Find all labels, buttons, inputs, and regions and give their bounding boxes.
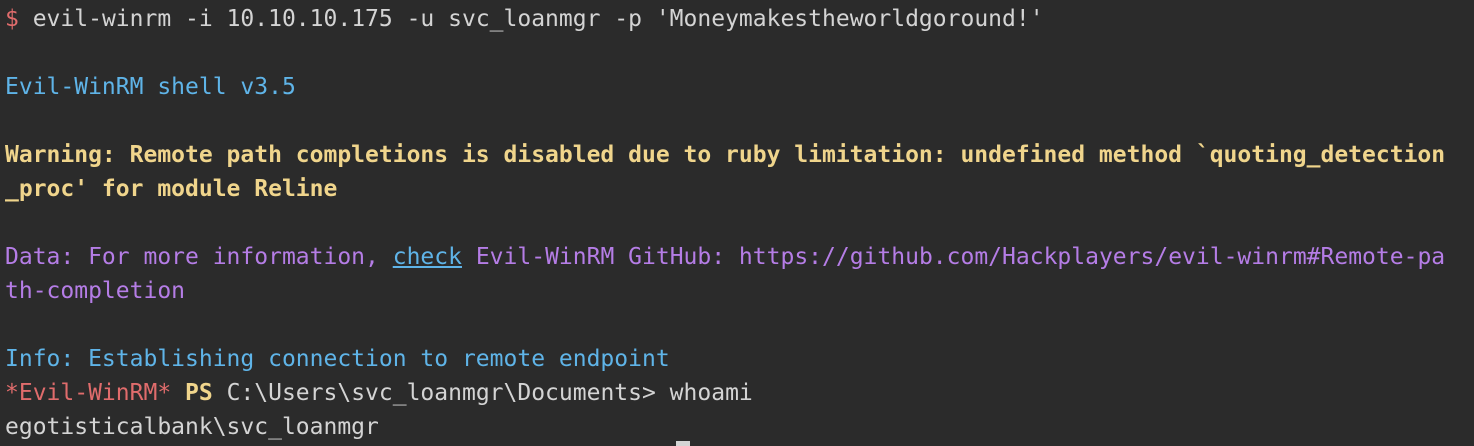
warning-line-1: Warning: Remote path completions is disa… xyxy=(5,142,1446,168)
data-suffix: Evil-WinRM GitHub: https://github.com/Ha… xyxy=(461,244,1446,270)
command-output: egotisticalbank\svc_loanmgr xyxy=(5,414,379,440)
command-line: $ evil-winrm -i 10.10.10.175 -u svc_loan… xyxy=(5,2,1474,36)
warning-line-2: _proc' for module Reline xyxy=(5,176,338,202)
text-cursor xyxy=(676,441,690,446)
info-line: Info: Establishing connection to remote … xyxy=(5,346,670,372)
ps-prompt-prefix: *Evil-WinRM* xyxy=(5,380,172,406)
ps-keyword: PS xyxy=(171,380,213,406)
data-line-2: th-completion xyxy=(5,278,186,304)
terminal-window[interactable]: $ evil-winrm -i 10.10.10.175 -u svc_loan… xyxy=(0,0,1474,446)
banner-line: Evil-WinRM shell v3.5 xyxy=(5,74,296,100)
check-link[interactable]: check xyxy=(393,244,462,270)
shell-prompt-symbol: $ xyxy=(5,6,19,32)
command-text: evil-winrm -i 10.10.10.175 -u svc_loanmg… xyxy=(18,6,1044,32)
data-prefix: Data: For more information, xyxy=(5,244,393,270)
ps-prompt-line: *Evil-WinRM* PS C:\Users\svc_loanmgr\Doc… xyxy=(5,376,1474,410)
ps-path-command: C:\Users\svc_loanmgr\Documents> whoami xyxy=(212,380,753,406)
data-line-1: Data: For more information, check Evil-W… xyxy=(5,240,1474,274)
